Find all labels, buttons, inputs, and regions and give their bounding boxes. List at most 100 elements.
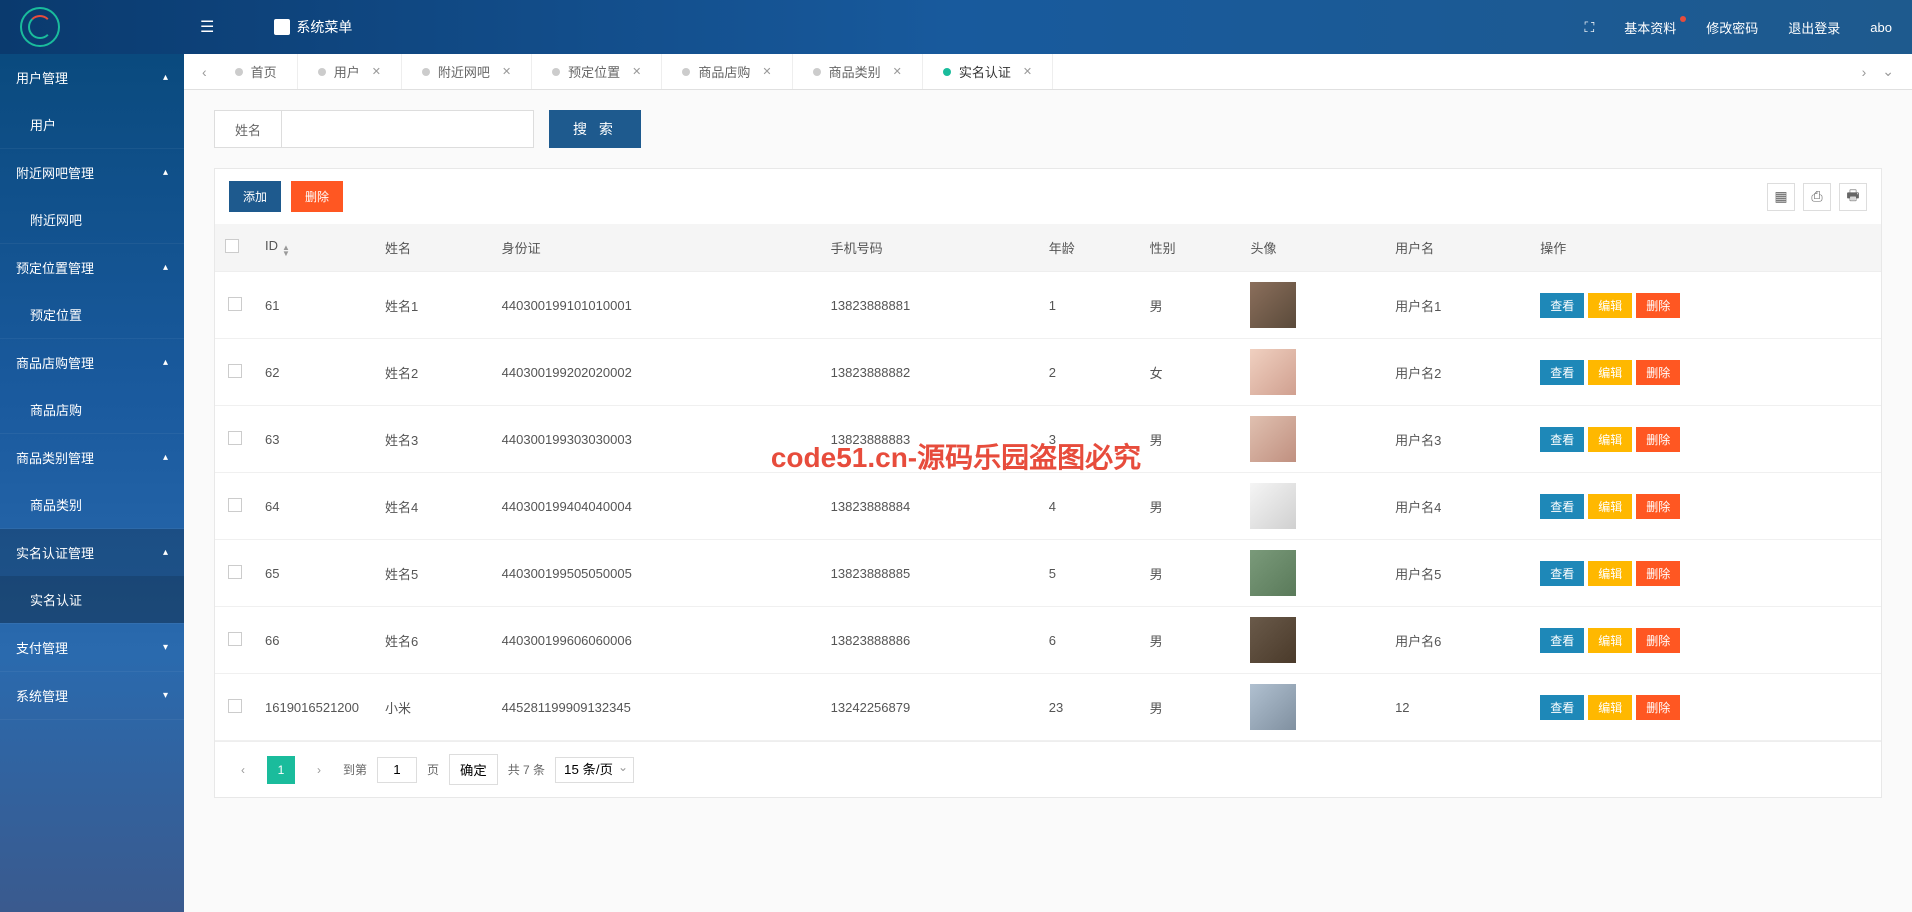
row-delete-button[interactable]: 删除 [1636, 628, 1680, 653]
sidebar-toggle-icon[interactable]: ☰ [200, 17, 214, 37]
tab[interactable]: 商品类别✕ [793, 54, 923, 89]
row-checkbox[interactable] [228, 498, 242, 512]
sidebar-item[interactable]: 商品类别 [0, 481, 184, 528]
page-number[interactable]: 1 [267, 756, 295, 784]
cell-avatar [1240, 540, 1385, 607]
column-header[interactable]: 手机号码 [821, 224, 1039, 272]
columns-icon[interactable]: ▦ [1767, 183, 1795, 211]
row-delete-button[interactable]: 删除 [1636, 695, 1680, 720]
sidebar-group-header[interactable]: 实名认证管理▴ [0, 529, 184, 576]
view-button[interactable]: 查看 [1540, 628, 1584, 653]
sidebar-item[interactable]: 商品店购 [0, 386, 184, 433]
sidebar-group-header[interactable]: 预定位置管理▴ [0, 244, 184, 291]
close-icon[interactable]: ✕ [502, 65, 511, 78]
close-icon[interactable]: ✕ [632, 65, 641, 78]
column-header[interactable]: 操作 [1530, 224, 1881, 272]
sidebar-item[interactable]: 实名认证 [0, 576, 184, 623]
row-checkbox[interactable] [228, 699, 242, 713]
edit-button[interactable]: 编辑 [1588, 360, 1632, 385]
logout-link[interactable]: 退出登录 [1788, 18, 1840, 37]
row-checkbox[interactable] [228, 632, 242, 646]
page-size-select[interactable]: 15 条/页 [555, 757, 634, 783]
row-delete-button[interactable]: 删除 [1636, 360, 1680, 385]
search-button[interactable]: 搜 索 [549, 110, 641, 148]
row-checkbox[interactable] [228, 297, 242, 311]
tab-dropdown-icon[interactable]: ⌄ [1874, 63, 1902, 80]
sidebar-item[interactable]: 附近网吧 [0, 196, 184, 243]
edit-button[interactable]: 编辑 [1588, 427, 1632, 452]
column-header[interactable]: 头像 [1240, 224, 1385, 272]
cell-gender: 男 [1140, 607, 1241, 674]
tab-label: 商品店购 [698, 62, 750, 81]
edit-button[interactable]: 编辑 [1588, 695, 1632, 720]
close-icon[interactable]: ✕ [372, 65, 381, 78]
search-label: 姓名 [215, 111, 282, 147]
tab[interactable]: 用户✕ [298, 54, 402, 89]
cell-name: 姓名3 [375, 406, 492, 473]
column-header[interactable]: 年龄 [1039, 224, 1140, 272]
view-button[interactable]: 查看 [1540, 561, 1584, 586]
tab-scroll-left-icon[interactable]: ‹ [194, 64, 215, 80]
cell-actions: 查看 编辑 删除 [1530, 406, 1881, 473]
search-input[interactable] [282, 111, 533, 147]
edit-button[interactable]: 编辑 [1588, 293, 1632, 318]
tab[interactable]: 实名认证✕ [923, 54, 1053, 89]
add-button[interactable]: 添加 [229, 181, 281, 212]
sidebar-item[interactable]: 预定位置 [0, 291, 184, 338]
tab[interactable]: 商品店购 ✕ [662, 54, 792, 89]
username-label[interactable]: abo [1870, 20, 1892, 35]
edit-button[interactable]: 编辑 [1588, 494, 1632, 519]
close-icon[interactable]: ✕ [1023, 65, 1032, 78]
view-button[interactable]: 查看 [1540, 695, 1584, 720]
select-all-checkbox[interactable] [225, 239, 239, 253]
delete-button[interactable]: 删除 [291, 181, 343, 212]
page-confirm-button[interactable]: 确定 [449, 754, 498, 785]
sidebar-group-header[interactable]: 用户管理▴ [0, 54, 184, 101]
view-button[interactable]: 查看 [1540, 427, 1584, 452]
tab[interactable]: 首页 [215, 54, 298, 89]
edit-button[interactable]: 编辑 [1588, 561, 1632, 586]
sidebar-group-header[interactable]: 商品店购管理▴ [0, 339, 184, 386]
view-button[interactable]: 查看 [1540, 293, 1584, 318]
column-header[interactable]: 用户名 [1385, 224, 1530, 272]
row-checkbox[interactable] [228, 431, 242, 445]
cell-gender: 男 [1140, 406, 1241, 473]
row-delete-button[interactable]: 删除 [1636, 293, 1680, 318]
system-menu-button[interactable]: 系统菜单 [274, 17, 352, 37]
column-header[interactable]: 身份证 [492, 224, 821, 272]
tab-scroll-right-icon[interactable]: › [1854, 64, 1875, 80]
column-header[interactable]: 性别 [1140, 224, 1241, 272]
sidebar-group-label: 商品店购管理 [16, 353, 94, 372]
close-icon[interactable]: ✕ [762, 65, 771, 78]
row-delete-button[interactable]: 删除 [1636, 427, 1680, 452]
cell-idcard: 440300199101010001 [492, 272, 821, 339]
column-header[interactable]: 姓名 [375, 224, 492, 272]
change-password-link[interactable]: 修改密码 [1706, 18, 1758, 37]
fullscreen-icon[interactable]: ⛶ [1584, 19, 1594, 36]
export-icon[interactable]: ⎙ [1803, 183, 1831, 211]
page-next-icon[interactable]: › [305, 756, 333, 784]
row-checkbox[interactable] [228, 565, 242, 579]
chevron-up-icon: ▴ [163, 452, 168, 463]
print-icon[interactable]: 🖶 [1839, 183, 1867, 211]
sidebar-group-header[interactable]: 支付管理▾ [0, 624, 184, 671]
page-input[interactable] [377, 757, 417, 783]
edit-button[interactable]: 编辑 [1588, 628, 1632, 653]
tab-dot-icon [813, 68, 821, 76]
cell-actions: 查看 编辑 删除 [1530, 272, 1881, 339]
row-delete-button[interactable]: 删除 [1636, 561, 1680, 586]
tab[interactable]: 附近网吧✕ [402, 54, 532, 89]
view-button[interactable]: 查看 [1540, 494, 1584, 519]
page-prev-icon[interactable]: ‹ [229, 756, 257, 784]
column-header[interactable]: ID▲▼ [255, 224, 375, 272]
sidebar-group-header[interactable]: 商品类别管理▴ [0, 434, 184, 481]
close-icon[interactable]: ✕ [893, 65, 902, 78]
view-button[interactable]: 查看 [1540, 360, 1584, 385]
sidebar-item[interactable]: 用户 [0, 101, 184, 148]
row-delete-button[interactable]: 删除 [1636, 494, 1680, 519]
row-checkbox[interactable] [228, 364, 242, 378]
sidebar-group-header[interactable]: 附近网吧管理▴ [0, 149, 184, 196]
tab[interactable]: 预定位置✕ [532, 54, 662, 89]
sidebar-group-header[interactable]: 系统管理▾ [0, 672, 184, 719]
basic-info-link[interactable]: 基本资料 [1624, 18, 1676, 37]
